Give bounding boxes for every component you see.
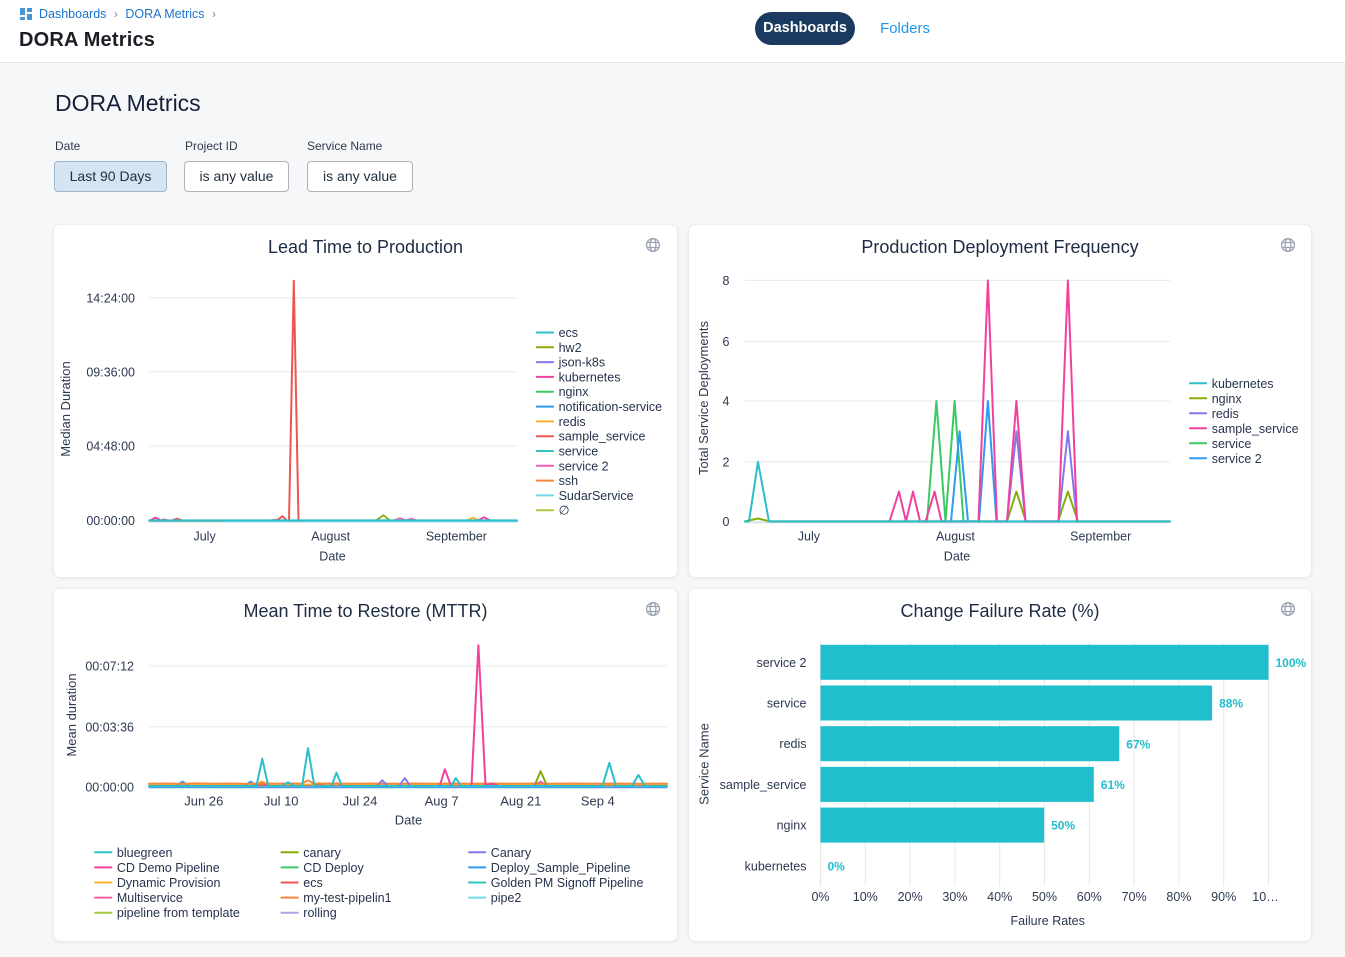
svg-text:Date: Date xyxy=(395,813,422,828)
svg-text:Median Duration: Median Duration xyxy=(58,361,73,456)
svg-text:July: July xyxy=(798,530,821,544)
svg-text:88%: 88% xyxy=(1219,697,1243,711)
svg-text:pipe2: pipe2 xyxy=(491,891,522,905)
svg-text:ssh: ssh xyxy=(559,474,579,488)
svg-text:sample_service: sample_service xyxy=(720,778,807,792)
svg-text:10%: 10% xyxy=(853,890,878,904)
svg-text:00:00:00: 00:00:00 xyxy=(85,780,134,794)
svg-text:70%: 70% xyxy=(1122,890,1147,904)
svg-text:Mean duration: Mean duration xyxy=(64,673,79,756)
svg-text:Jul 24: Jul 24 xyxy=(343,794,378,809)
svg-text:80%: 80% xyxy=(1166,890,1191,904)
svg-text:Multiservice: Multiservice xyxy=(117,891,183,905)
svg-text:4: 4 xyxy=(723,395,730,409)
svg-text:service: service xyxy=(767,697,807,711)
svg-text:10…: 10… xyxy=(1252,890,1278,904)
svg-text:nginx: nginx xyxy=(777,819,808,833)
svg-text:my-test-pipelin1: my-test-pipelin1 xyxy=(303,891,391,905)
svg-text:60%: 60% xyxy=(1077,890,1102,904)
svg-text:00:00:00: 00:00:00 xyxy=(86,514,135,528)
svg-text:100%: 100% xyxy=(1276,656,1307,670)
svg-text:40%: 40% xyxy=(987,890,1012,904)
svg-text:Sep 4: Sep 4 xyxy=(581,794,615,809)
svg-text:8: 8 xyxy=(723,274,730,288)
svg-text:67%: 67% xyxy=(1126,737,1150,751)
svg-text:nginx: nginx xyxy=(559,385,590,399)
svg-text:service: service xyxy=(1212,437,1252,451)
svg-text:61%: 61% xyxy=(1101,778,1125,792)
svg-text:July: July xyxy=(193,530,216,544)
svg-text:rolling: rolling xyxy=(303,906,336,920)
svg-text:Total Service Deployments: Total Service Deployments xyxy=(696,321,711,475)
svg-text:6: 6 xyxy=(723,335,730,349)
svg-text:04:48:00: 04:48:00 xyxy=(86,440,135,454)
svg-text:2: 2 xyxy=(723,455,730,469)
svg-text:0%: 0% xyxy=(828,859,846,873)
svg-text:CD Deploy: CD Deploy xyxy=(303,861,364,875)
svg-text:SudarService: SudarService xyxy=(559,489,634,503)
svg-text:Aug 21: Aug 21 xyxy=(500,794,541,809)
svg-text:September: September xyxy=(426,530,487,544)
svg-text:0%: 0% xyxy=(811,890,829,904)
svg-text:Deploy_Sample_Pipeline: Deploy_Sample_Pipeline xyxy=(491,861,631,875)
svg-text:notification-service: notification-service xyxy=(559,400,663,414)
svg-text:Dynamic Provision: Dynamic Provision xyxy=(117,876,221,890)
svg-text:json-k8s: json-k8s xyxy=(558,356,606,370)
svg-text:redis: redis xyxy=(779,737,806,751)
svg-text:sample_service: sample_service xyxy=(1212,422,1299,436)
svg-text:kubernetes: kubernetes xyxy=(745,859,807,873)
svg-text:0: 0 xyxy=(723,515,730,529)
svg-text:August: August xyxy=(311,530,350,544)
svg-text:service: service xyxy=(559,445,599,459)
svg-text:00:03:36: 00:03:36 xyxy=(85,720,134,734)
svg-text:14:24:00: 14:24:00 xyxy=(86,291,135,305)
svg-text:30%: 30% xyxy=(942,890,967,904)
svg-text:September: September xyxy=(1070,530,1131,544)
svg-text:Jun 26: Jun 26 xyxy=(184,794,223,809)
svg-text:service 2: service 2 xyxy=(559,459,609,473)
svg-text:pipeline from template: pipeline from template xyxy=(117,906,240,920)
svg-text:09:36:00: 09:36:00 xyxy=(86,365,135,379)
svg-text:Failure Rates: Failure Rates xyxy=(1011,914,1085,928)
svg-text:service 2: service 2 xyxy=(756,656,806,670)
svg-text:Canary: Canary xyxy=(491,846,532,860)
svg-text:redis: redis xyxy=(559,415,586,429)
svg-text:canary: canary xyxy=(303,846,341,860)
svg-text:kubernetes: kubernetes xyxy=(559,370,621,384)
svg-text:Date: Date xyxy=(319,550,345,564)
svg-text:sample_service: sample_service xyxy=(559,430,646,444)
svg-text:50%: 50% xyxy=(1051,819,1075,833)
svg-text:nginx: nginx xyxy=(1212,392,1243,406)
svg-text:Service Name: Service Name xyxy=(697,723,712,805)
svg-text:∅: ∅ xyxy=(559,504,570,518)
svg-text:Golden PM Signoff Pipeline: Golden PM Signoff Pipeline xyxy=(491,876,644,890)
svg-text:50%: 50% xyxy=(1032,890,1057,904)
svg-text:redis: redis xyxy=(1212,407,1239,421)
svg-text:kubernetes: kubernetes xyxy=(1212,377,1274,391)
svg-text:hw2: hw2 xyxy=(559,341,582,355)
svg-text:Date: Date xyxy=(944,550,970,564)
svg-text:service 2: service 2 xyxy=(1212,452,1262,466)
svg-text:20%: 20% xyxy=(898,890,923,904)
svg-text:90%: 90% xyxy=(1211,890,1236,904)
svg-text:Aug 7: Aug 7 xyxy=(425,794,459,809)
svg-text:ecs: ecs xyxy=(559,326,578,340)
svg-text:CD Demo Pipeline: CD Demo Pipeline xyxy=(117,861,220,875)
svg-text:Jul 10: Jul 10 xyxy=(264,794,299,809)
svg-text:00:07:12: 00:07:12 xyxy=(85,660,134,674)
svg-text:bluegreen: bluegreen xyxy=(117,846,173,860)
svg-text:ecs: ecs xyxy=(303,876,322,890)
svg-text:August: August xyxy=(936,530,975,544)
